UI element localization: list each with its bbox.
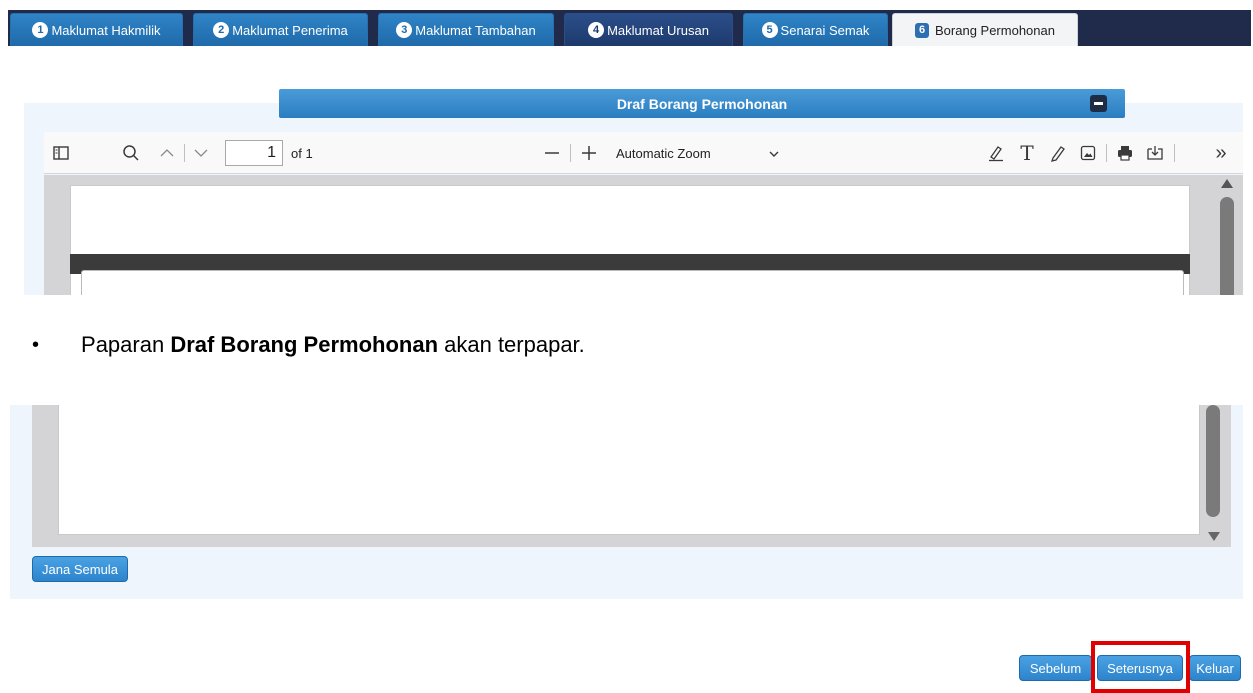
bullet-glyph: • <box>32 333 40 356</box>
caption-prefix: Paparan <box>81 332 171 357</box>
tab-label: Maklumat Tambahan <box>415 22 536 38</box>
keluar-button[interactable]: Keluar <box>1189 655 1241 681</box>
highlight-icon[interactable] <box>985 142 1007 164</box>
tab-maklumat-penerima[interactable]: 2 Maklumat Penerima <box>193 13 368 46</box>
tab-maklumat-urusan[interactable]: 4 Maklumat Urusan <box>564 13 733 46</box>
page-number-input[interactable]: 1 <box>225 140 283 166</box>
step-number-badge: 1 <box>32 22 49 38</box>
screenshot-root: 1 Maklumat Hakmilik 2 Maklumat Penerima … <box>0 0 1253 693</box>
zoom-select[interactable]: Automatic Zoom <box>612 140 788 166</box>
step-number-badge: 2 <box>213 22 230 38</box>
seterusnya-button[interactable]: Seterusnya <box>1097 655 1183 681</box>
toolbar-separator <box>570 144 571 162</box>
pdf-page <box>58 405 1200 535</box>
instruction-caption: • Paparan Draf Borang Permohonan akan te… <box>32 332 585 358</box>
toolbar-separator <box>1174 144 1175 162</box>
pdf-viewer-top <box>44 175 1243 295</box>
tab-maklumat-tambahan[interactable]: 3 Maklumat Tambahan <box>378 13 554 46</box>
zoom-value: Automatic Zoom <box>616 145 711 161</box>
page-inner-box <box>81 270 1184 295</box>
tab-label: Maklumat Penerima <box>232 22 348 38</box>
step-number-badge: 3 <box>396 22 413 38</box>
toolbar-separator <box>184 144 185 162</box>
vertical-scrollbar[interactable] <box>1220 197 1234 295</box>
chevron-down-icon <box>768 146 780 161</box>
tab-label: Maklumat Urusan <box>607 22 709 38</box>
draw-icon[interactable] <box>1047 142 1069 164</box>
panel-header: Draf Borang Permohonan <box>279 89 1125 118</box>
pdf-viewer-bottom <box>32 405 1231 547</box>
caption-bold: Draf Borang Permohonan <box>170 332 439 357</box>
step-tabs: 1 Maklumat Hakmilik 2 Maklumat Penerima … <box>8 10 1251 46</box>
tab-senarai-semak[interactable]: 5 Senarai Semak <box>743 13 888 46</box>
page-down-icon[interactable] <box>190 142 212 164</box>
caption-suffix: akan terpapar. <box>438 332 585 357</box>
tab-maklumat-hakmilik[interactable]: 1 Maklumat Hakmilik <box>10 13 183 46</box>
jana-semula-button[interactable]: Jana Semula <box>32 556 128 582</box>
toolbar-separator <box>1106 144 1107 162</box>
vertical-scrollbar[interactable] <box>1206 405 1220 517</box>
minimize-button[interactable] <box>1090 95 1107 112</box>
step-number-badge: 4 <box>588 22 605 38</box>
tab-label: Borang Permohonan <box>935 22 1055 38</box>
zoom-out-icon[interactable] <box>541 142 563 164</box>
sidebar-toggle-icon[interactable] <box>50 142 72 164</box>
panel-title: Draf Borang Permohonan <box>616 95 788 112</box>
zoom-in-icon[interactable] <box>578 142 600 164</box>
step-number-badge: 6 <box>915 22 929 38</box>
download-icon[interactable] <box>1144 142 1166 164</box>
page-count-label: of 1 <box>291 146 313 161</box>
search-icon[interactable] <box>120 142 142 164</box>
more-tools-icon[interactable]: » <box>1210 142 1232 164</box>
text-icon[interactable]: T <box>1016 141 1038 165</box>
page-up-icon[interactable] <box>156 142 178 164</box>
image-icon[interactable] <box>1077 142 1099 164</box>
print-icon[interactable] <box>1114 142 1136 164</box>
pdf-toolbar: 1 of 1 Automatic Zoom T » <box>44 132 1243 174</box>
scroll-down-arrow-icon[interactable] <box>1208 532 1220 541</box>
tab-label: Maklumat Hakmilik <box>51 22 161 38</box>
sebelum-button[interactable]: Sebelum <box>1019 655 1092 681</box>
scroll-up-arrow-icon[interactable] <box>1221 179 1233 188</box>
tab-label: Senarai Semak <box>780 22 870 38</box>
step-number-badge: 5 <box>761 22 778 38</box>
tab-borang-permohonan[interactable]: 6 Borang Permohonan <box>892 13 1078 46</box>
